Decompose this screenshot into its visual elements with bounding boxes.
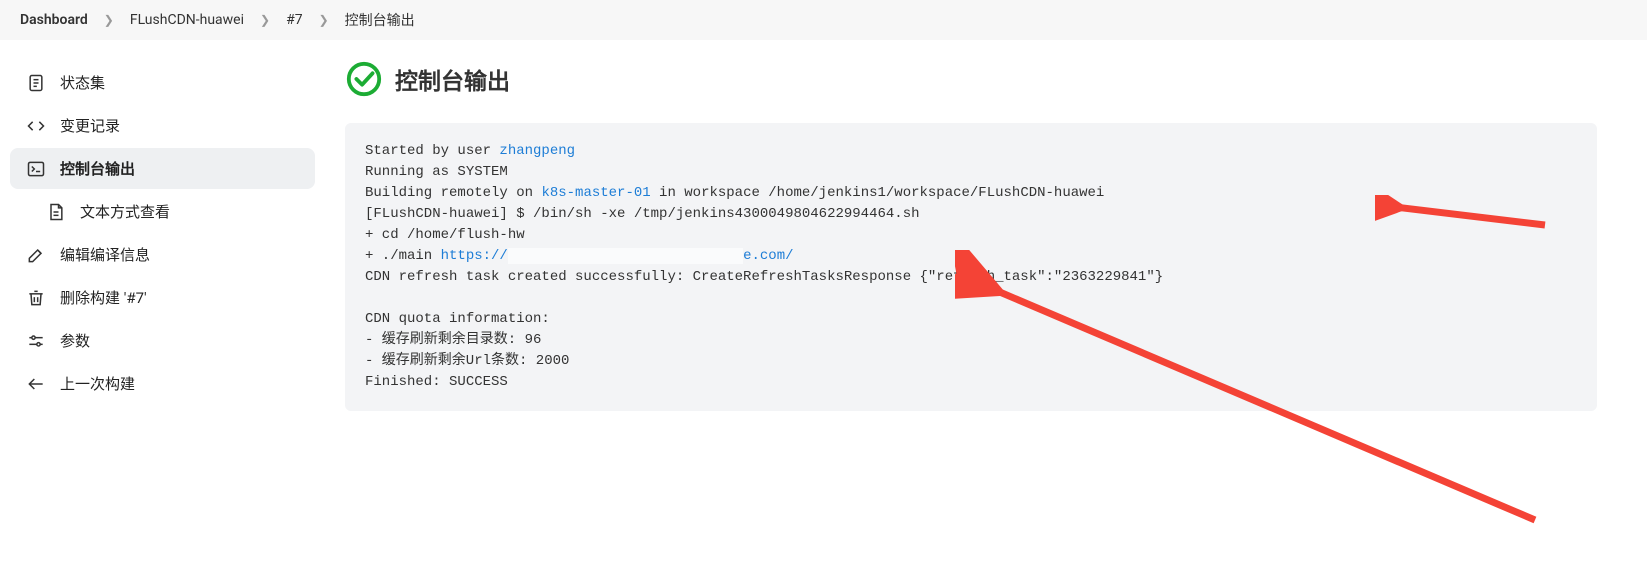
code-icon <box>26 116 46 136</box>
sidebar-item-label: 上一次构建 <box>60 373 135 394</box>
sidebar-item-plaintext[interactable]: 文本方式查看 <box>10 191 315 232</box>
sidebar-item-previous-build[interactable]: 上一次构建 <box>10 363 315 404</box>
page-header: 控制台输出 <box>345 60 1597 98</box>
document-icon <box>26 73 46 93</box>
node-link[interactable]: k8s-master-01 <box>541 185 650 201</box>
breadcrumb-build[interactable]: #7 <box>286 12 303 28</box>
sidebar-item-label: 参数 <box>60 330 90 351</box>
url-link[interactable]: https:// e.com/ <box>441 248 794 264</box>
breadcrumb-project[interactable]: FLushCDN-huawei <box>130 12 244 28</box>
breadcrumb-current: 控制台输出 <box>345 10 415 30</box>
success-check-icon <box>345 60 383 98</box>
console-line: CDN refresh task created successfully: C… <box>365 269 1163 285</box>
main-content: 控制台输出 Started by user zhangpeng Running … <box>315 40 1637 431</box>
sidebar-item-label: 控制台输出 <box>60 158 135 179</box>
sidebar-item-changes[interactable]: 变更记录 <box>10 105 315 146</box>
console-line: Running as SYSTEM <box>365 164 508 180</box>
console-line: in workspace /home/jenkins1/workspace/FL… <box>651 185 1105 201</box>
sidebar-item-edit-build[interactable]: 编辑编译信息 <box>10 234 315 275</box>
console-line: Started by user <box>365 143 499 159</box>
sidebar: 状态集 变更记录 控制台输出 文本方式查看 编辑编译信息 <box>10 40 315 431</box>
chevron-right-icon: ❯ <box>260 13 270 27</box>
console-line: Building remotely on <box>365 185 541 201</box>
breadcrumb-dashboard[interactable]: Dashboard <box>20 12 88 28</box>
arrow-left-icon <box>26 374 46 394</box>
file-icon <box>46 202 66 222</box>
console-line: - 缓存刷新剩余Url条数: 2000 <box>365 353 569 369</box>
breadcrumb: Dashboard ❯ FLushCDN-huawei ❯ #7 ❯ 控制台输出 <box>0 0 1647 40</box>
sidebar-item-label: 删除构建 '#7' <box>60 287 147 308</box>
sidebar-item-status[interactable]: 状态集 <box>10 62 315 103</box>
sidebar-item-label: 编辑编译信息 <box>60 244 150 265</box>
console-line: + ./main <box>365 248 441 264</box>
trash-icon <box>26 288 46 308</box>
console-line: [FLushCDN-huawei] $ /bin/sh -xe /tmp/jen… <box>365 206 920 222</box>
sliders-icon <box>26 331 46 351</box>
sidebar-item-parameters[interactable]: 参数 <box>10 320 315 361</box>
sidebar-item-label: 状态集 <box>60 72 105 93</box>
console-line: + cd /home/flush-hw <box>365 227 525 243</box>
sidebar-item-label: 文本方式查看 <box>80 201 170 222</box>
console-output: Started by user zhangpeng Running as SYS… <box>345 123 1597 411</box>
console-line: Finished: SUCCESS <box>365 374 508 390</box>
console-line: CDN quota information: <box>365 311 550 327</box>
sidebar-item-delete[interactable]: 删除构建 '#7' <box>10 277 315 318</box>
sidebar-item-label: 变更记录 <box>60 115 120 136</box>
chevron-right-icon: ❯ <box>104 13 114 27</box>
page-title: 控制台输出 <box>395 62 510 96</box>
sidebar-item-console[interactable]: 控制台输出 <box>10 148 315 189</box>
terminal-icon <box>26 159 46 179</box>
chevron-right-icon: ❯ <box>319 13 329 27</box>
user-link[interactable]: zhangpeng <box>499 143 575 159</box>
edit-icon <box>26 245 46 265</box>
console-line: - 缓存刷新剩余目录数: 96 <box>365 332 541 348</box>
